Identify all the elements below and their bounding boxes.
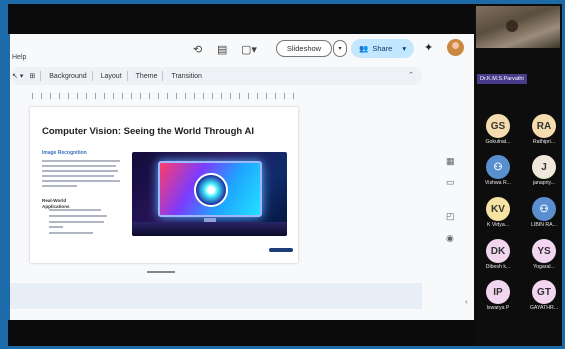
participant-avatar: J bbox=[532, 155, 556, 179]
slide-subtitle: Image Recognition bbox=[42, 150, 87, 156]
theme-button[interactable]: Theme bbox=[136, 73, 158, 80]
chevron-down-icon: ▾ bbox=[402, 44, 407, 53]
help-menu[interactable]: Help bbox=[12, 54, 26, 61]
layout-button[interactable]: Layout bbox=[101, 73, 122, 80]
participant-name: GAYATHR... bbox=[529, 305, 559, 311]
participant-tile[interactable]: ⚇ LIBIN RA... bbox=[522, 197, 562, 237]
speaker-notes-area[interactable] bbox=[10, 283, 422, 309]
top-black-bar bbox=[8, 4, 474, 34]
slides-toolbar: ↖ ▾ ⊞ Background Layout Theme Transition… bbox=[10, 67, 422, 85]
avatar[interactable] bbox=[447, 39, 464, 56]
transition-button[interactable]: Transition bbox=[171, 73, 201, 80]
slideshow-label: Slideshow bbox=[286, 44, 322, 53]
chevron-down-icon[interactable]: ▾ bbox=[20, 72, 24, 80]
gemini-icon[interactable]: ✦ bbox=[424, 41, 433, 54]
slide-footer-logo bbox=[269, 248, 293, 252]
participant-tile[interactable]: YS Yogaral... bbox=[522, 239, 562, 279]
participant-name: K Vidya... bbox=[486, 222, 510, 228]
participant-avatar: GS bbox=[486, 114, 510, 138]
folder-icon[interactable]: ▭ bbox=[446, 177, 455, 188]
background-button[interactable]: Background bbox=[49, 73, 86, 80]
presenter-video bbox=[476, 6, 560, 48]
participant-name: LIBIN RA... bbox=[531, 222, 557, 228]
participant-avatar: KV bbox=[486, 197, 510, 221]
slide-title: Computer Vision: Seeing the World Throug… bbox=[42, 126, 254, 137]
participant-tile[interactable]: Jjanapriy... bbox=[522, 155, 562, 195]
participant-name: Vishwa R... bbox=[484, 180, 512, 186]
person-icon: ⚇ bbox=[532, 197, 556, 221]
participant-tile[interactable]: RA Rathipri... bbox=[522, 114, 562, 154]
resize-handle[interactable] bbox=[147, 271, 175, 273]
participant-avatar: RA bbox=[532, 114, 556, 138]
chevron-left-icon[interactable]: ‹ bbox=[465, 297, 468, 306]
participant-tile[interactable]: ⚇ Vishwa R... bbox=[476, 155, 520, 195]
participant-name: Rathipri... bbox=[532, 139, 556, 145]
slide-canvas[interactable]: Computer Vision: Seeing the World Throug… bbox=[30, 107, 298, 263]
participant-tile[interactable]: GT GAYATHR... bbox=[522, 280, 562, 320]
participant-tile[interactable]: IP Iswarya P bbox=[476, 280, 520, 320]
chevron-down-icon: ▾ bbox=[338, 46, 342, 52]
share-button[interactable]: 👥 Share ▾ bbox=[351, 39, 414, 58]
participant-avatar: IP bbox=[486, 280, 510, 304]
participant-name: Dibesh k... bbox=[485, 264, 511, 270]
slideshow-dropdown[interactable]: ▾ bbox=[333, 40, 347, 57]
participant-avatar: DK bbox=[486, 239, 510, 263]
slideshow-button[interactable]: Slideshow bbox=[276, 40, 332, 57]
keep-icon[interactable]: ◰ bbox=[446, 211, 455, 222]
insert-box-icon[interactable]: ⊞ bbox=[29, 72, 35, 80]
share-label: Share bbox=[372, 44, 393, 53]
monitor-graphic bbox=[158, 161, 262, 217]
participant-avatar: GT bbox=[532, 280, 556, 304]
participant-name: Yogaral... bbox=[533, 264, 555, 270]
presenter-name: Dr.K.M.S.Parvathi bbox=[477, 74, 527, 84]
bottom-black-bar bbox=[8, 320, 474, 346]
participant-avatar: YS bbox=[532, 239, 556, 263]
pointer-icon[interactable]: ↖ bbox=[12, 72, 18, 80]
participant-name: janapriy... bbox=[532, 180, 556, 186]
addon-icon[interactable]: ◉ bbox=[446, 233, 454, 244]
participant-tile[interactable]: KV K Vidya... bbox=[476, 197, 520, 237]
camera-icon[interactable]: ▢▾ bbox=[241, 43, 257, 56]
slide-image bbox=[132, 152, 287, 236]
person-icon: ⚇ bbox=[486, 155, 510, 179]
calendar-icon[interactable]: ▦ bbox=[446, 156, 455, 167]
shared-screen: Help ⟲ ▤ ▢▾ Slideshow ▾ 👥 Share ▾ ✦ ↖ ▾ … bbox=[10, 34, 475, 320]
participant-name: Gokulnat... bbox=[485, 139, 511, 145]
collapse-toolbar-icon[interactable]: ⌃ bbox=[408, 71, 414, 79]
participant-tile[interactable]: GS Gokulnat... bbox=[476, 114, 520, 154]
history-icon[interactable]: ⟲ bbox=[193, 43, 202, 56]
meeting-window: Help ⟲ ▤ ▢▾ Slideshow ▾ 👥 Share ▾ ✦ ↖ ▾ … bbox=[0, 0, 565, 349]
ruler bbox=[32, 93, 297, 99]
comments-icon[interactable]: ▤ bbox=[217, 43, 227, 56]
participant-gallery: Dr.K.M.S.Parvathi GS Gokulnat... RA Rathipr… bbox=[474, 4, 562, 346]
participant-tile[interactable]: DK Dibesh k... bbox=[476, 239, 520, 279]
people-icon: 👥 bbox=[359, 44, 369, 53]
participant-name: Iswarya P bbox=[486, 305, 510, 311]
